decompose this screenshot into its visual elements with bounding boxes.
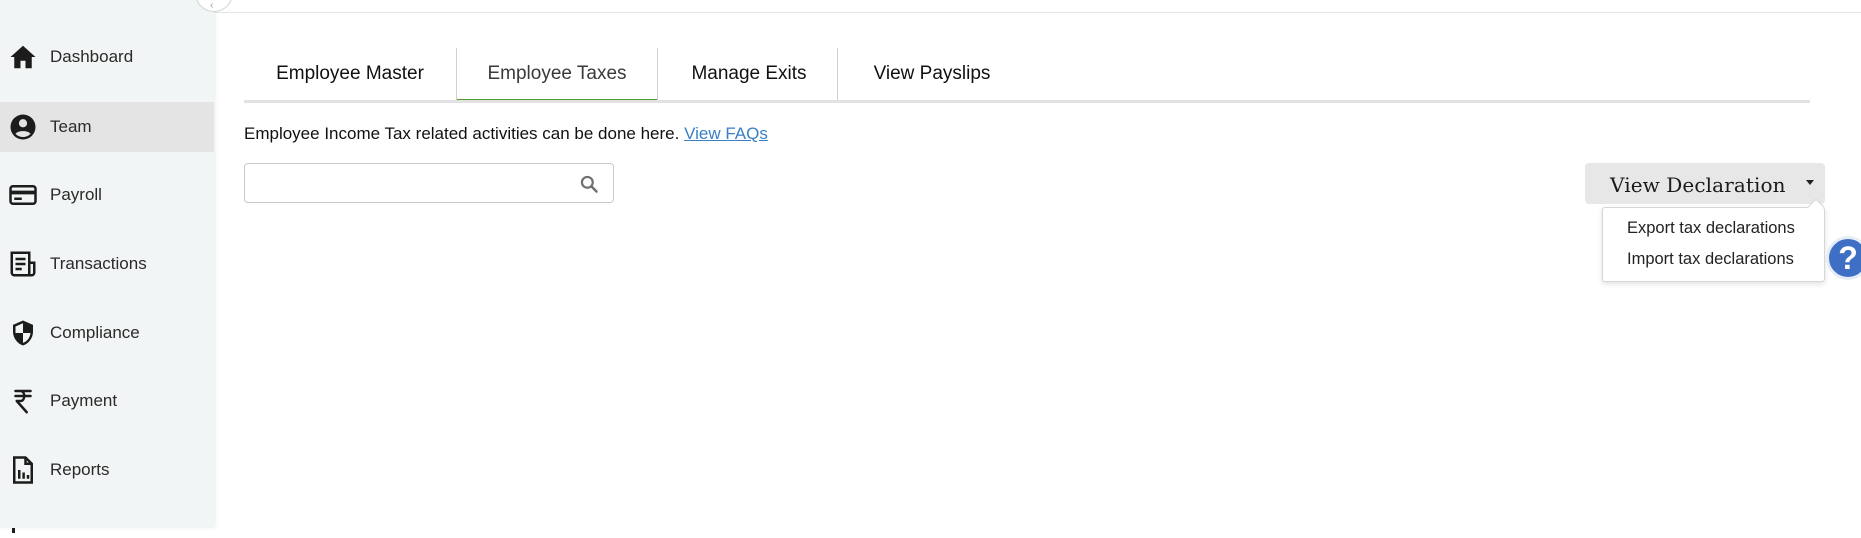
receipt-icon [8, 249, 38, 279]
info-message: Employee Income Tax related activities c… [244, 124, 680, 143]
user-circle-icon [8, 112, 38, 142]
sidebar-item-label: Payroll [50, 185, 102, 204]
report-chart-icon [8, 455, 38, 485]
sidebar-item-payroll[interactable]: Payroll [0, 170, 214, 220]
top-divider [214, 12, 1861, 13]
sidebar-item-label: Reports [50, 460, 110, 479]
chevron-icon: ‹ [210, 0, 214, 11]
tab-manage-exits[interactable]: Manage Exits [658, 48, 840, 100]
view-declaration-button[interactable]: View Declaration [1585, 163, 1825, 204]
tab-view-payslips[interactable]: View Payslips [838, 48, 1026, 100]
tab-employee-master[interactable]: Employee Master [244, 48, 456, 100]
tab-bar: Employee Master Employee Taxes Manage Ex… [244, 48, 1810, 103]
sidebar-item-label: Compliance [50, 323, 140, 342]
menu-item-export-tax-declarations[interactable]: Export tax declarations [1627, 219, 1795, 238]
sidebar-item-reports[interactable]: Reports [0, 445, 214, 495]
search-icon[interactable] [579, 174, 599, 194]
caret-down-icon[interactable] [1806, 180, 1814, 185]
sidebar-item-label: Team [50, 117, 92, 136]
sidebar-item-label: Transactions [50, 254, 147, 273]
view-declaration-label: View Declaration [1610, 173, 1786, 197]
sidebar: Dashboard Team Payroll Transactions Comp… [0, 0, 214, 533]
sidebar-item-label: Payment [50, 391, 118, 410]
sidebar-item-payment[interactable]: Payment [0, 376, 214, 426]
search-box [244, 163, 614, 203]
home-icon [8, 42, 38, 72]
question-icon: ? [1838, 239, 1858, 276]
credit-card-icon [8, 180, 38, 210]
rupee-icon [8, 386, 38, 416]
sidebar-item-label: Dashboard [50, 47, 134, 66]
view-declaration-menu: Export tax declarations Import tax decla… [1602, 207, 1825, 282]
sidebar-item-dashboard[interactable]: Dashboard [0, 32, 214, 82]
tab-employee-taxes[interactable]: Employee Taxes [457, 48, 657, 103]
tab-baseline [244, 100, 1810, 103]
sidebar-item-team[interactable]: Team [0, 102, 214, 152]
view-faqs-link[interactable]: View FAQs [684, 124, 768, 143]
sidebar-item-compliance[interactable]: Compliance [0, 308, 214, 358]
info-text: Employee Income Tax related activities c… [244, 124, 768, 144]
search-input[interactable] [255, 170, 559, 198]
menu-item-import-tax-declarations[interactable]: Import tax declarations [1627, 250, 1794, 269]
shield-icon [8, 318, 38, 348]
help-button[interactable]: ? [1826, 236, 1861, 280]
next-item-icon-partial [12, 520, 38, 533]
sidebar-item-transactions[interactable]: Transactions [0, 239, 214, 289]
